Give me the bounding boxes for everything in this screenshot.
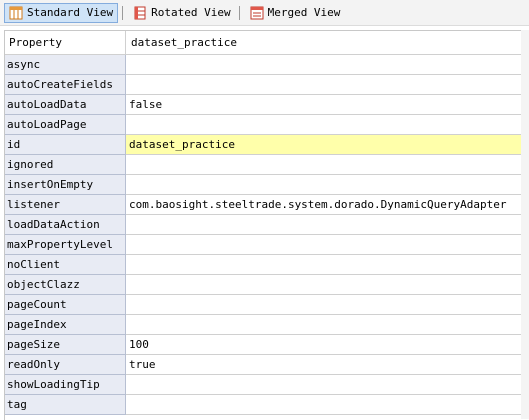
tab-label: Merged View [267, 6, 341, 19]
property-name: insertOnEmpty [5, 175, 126, 195]
property-name: autoLoadPage [5, 115, 126, 135]
property-row[interactable]: async [5, 55, 522, 75]
property-row[interactable]: noClient [5, 255, 522, 275]
property-name: loadDataAction [5, 215, 126, 235]
property-row[interactable]: insertOnEmpty [5, 175, 522, 195]
property-value[interactable]: false [126, 95, 522, 115]
property-row[interactable]: readOnly true [5, 355, 522, 375]
property-name: async [5, 55, 126, 75]
property-value[interactable] [126, 155, 522, 175]
property-value[interactable] [126, 175, 522, 195]
grid-view-icon [9, 6, 23, 19]
property-row[interactable]: ignored [5, 155, 522, 175]
property-value[interactable] [126, 375, 522, 395]
property-row[interactable]: listener com.baosight.steeltrade.system.… [5, 195, 522, 215]
property-grid: Property dataset_practice async autoCrea… [4, 30, 522, 420]
property-name: autoCreateFields [5, 75, 126, 95]
property-value[interactable]: dataset_practice [126, 135, 522, 155]
property-name: showLoadingTip [5, 375, 126, 395]
value-column-header: dataset_practice [126, 31, 522, 55]
property-name: objectClazz [5, 275, 126, 295]
property-value[interactable] [126, 75, 522, 95]
property-value[interactable] [126, 215, 522, 235]
rotated-view-icon [134, 6, 146, 19]
vertical-scrollbar[interactable] [521, 30, 529, 419]
property-value[interactable]: true [126, 355, 522, 375]
property-row[interactable]: loadDataAction [5, 215, 522, 235]
property-row[interactable]: autoCreateFields [5, 75, 522, 95]
tab-merged-view[interactable]: Merged View [246, 3, 345, 23]
property-name: maxPropertyLevel [5, 235, 126, 255]
tab-rotated-view[interactable]: Rotated View [129, 3, 234, 23]
property-row[interactable]: showLoadingTip [5, 375, 522, 395]
property-value[interactable] [126, 395, 522, 415]
property-row[interactable]: objectClazz [5, 275, 522, 295]
property-value[interactable] [126, 255, 522, 275]
property-name: id [5, 135, 126, 155]
property-name: pageIndex [5, 315, 126, 335]
property-value[interactable]: 100 [126, 335, 522, 355]
property-row-selected[interactable]: id dataset_practice [5, 135, 522, 155]
property-name: pageSize [5, 335, 126, 355]
merged-view-icon [250, 6, 264, 19]
grid-header-row: Property dataset_practice [5, 31, 522, 55]
tab-standard-view[interactable]: Standard View [4, 2, 119, 23]
property-name: pageCount [5, 295, 126, 315]
property-row[interactable]: pageSize 100 [5, 335, 522, 355]
tab-label: Standard View [27, 6, 114, 19]
property-name: readOnly [5, 355, 126, 375]
property-value[interactable] [126, 275, 522, 295]
view-toolbar: Standard View Rotated View Merged View [0, 0, 529, 26]
property-name: noClient [5, 255, 126, 275]
property-row[interactable]: autoLoadData false [5, 95, 522, 115]
property-name: ignored [5, 155, 126, 175]
property-value[interactable] [126, 295, 522, 315]
toolbar-separator [122, 5, 124, 20]
property-name: tag [5, 395, 126, 415]
property-value[interactable] [126, 315, 522, 335]
property-name: autoLoadData [5, 95, 126, 115]
property-row[interactable]: autoLoadPage [5, 115, 522, 135]
property-value[interactable]: com.baosight.steeltrade.system.dorado.Dy… [126, 195, 522, 215]
property-name: listener [5, 195, 126, 215]
property-row[interactable]: tag [5, 395, 522, 415]
property-value[interactable] [126, 235, 522, 255]
property-value[interactable] [126, 55, 522, 75]
property-row[interactable]: pageIndex [5, 315, 522, 335]
tab-label: Rotated View [151, 6, 231, 19]
toolbar-separator [238, 5, 240, 20]
property-value[interactable] [126, 115, 522, 135]
property-row[interactable]: pageCount [5, 295, 522, 315]
property-row[interactable]: maxPropertyLevel [5, 235, 522, 255]
property-column-header: Property [5, 31, 126, 55]
